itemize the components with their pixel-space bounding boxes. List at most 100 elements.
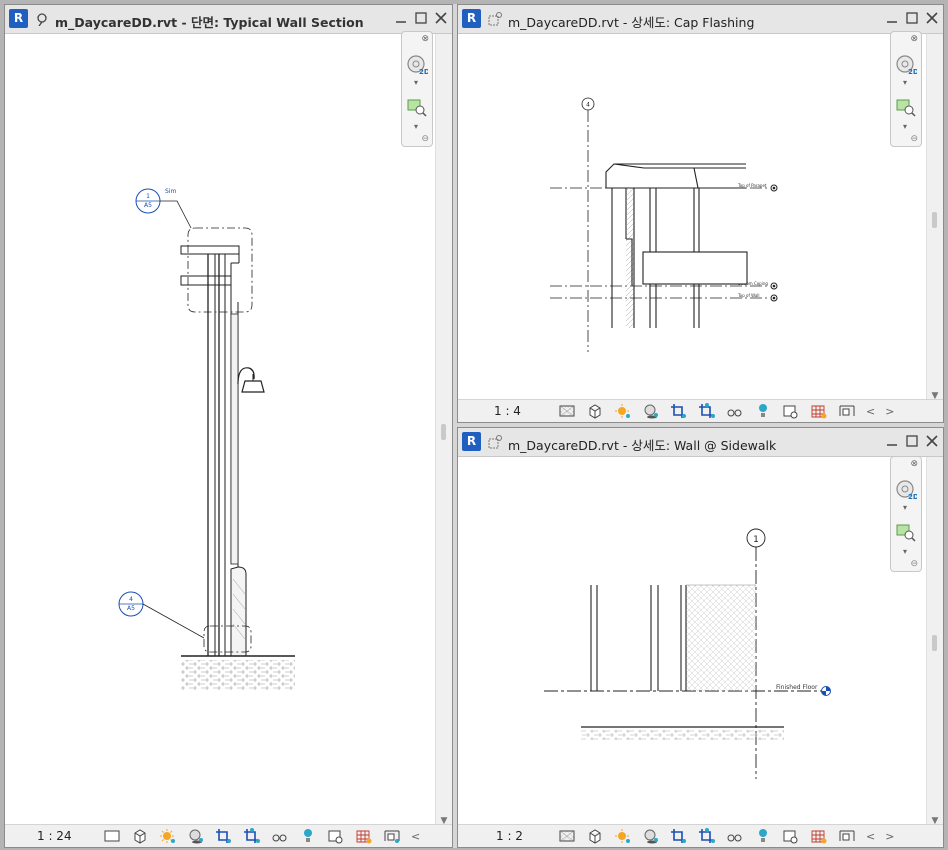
analytical-model-icon[interactable]: [810, 403, 828, 419]
crop-region-icon[interactable]: [698, 403, 716, 419]
zoom-icon[interactable]: [895, 523, 917, 543]
vertical-scrollbar[interactable]: ▼: [926, 34, 943, 402]
title-bar[interactable]: R m_DaycareDD.rvt - 상세도: Cap Flashing: [458, 5, 943, 34]
close-icon[interactable]: [925, 11, 939, 25]
callout-boundary-top[interactable]: [187, 227, 253, 313]
hscroll-left-icon[interactable]: <: [866, 405, 875, 418]
visual-style-icon[interactable]: [586, 828, 604, 844]
revit-logo-icon[interactable]: R: [462, 9, 481, 28]
reveal-constraints-icon[interactable]: [838, 828, 856, 844]
temporary-hide-icon[interactable]: [726, 403, 744, 419]
view-scale[interactable]: 1 : 2: [496, 829, 523, 843]
minimize-icon[interactable]: [394, 11, 408, 25]
hscroll-left-icon[interactable]: <: [866, 830, 875, 843]
reveal-constraints-icon[interactable]: [383, 828, 401, 844]
navbar-close-icon[interactable]: ⊗: [910, 34, 918, 44]
vertical-scrollbar[interactable]: ▼: [926, 457, 943, 827]
minimize-icon[interactable]: [885, 11, 899, 25]
detail-level-icon[interactable]: [103, 828, 121, 844]
zoom-dropdown-icon[interactable]: ▾: [903, 122, 907, 131]
crop-view-icon[interactable]: [670, 403, 688, 419]
cap-flashing-drawing-canvas[interactable]: 4 Top of Parapet Bottom Coping Top of Wa…: [458, 34, 926, 402]
zoom-dropdown-icon[interactable]: ▾: [903, 547, 907, 556]
view-scale[interactable]: 1 : 24: [37, 829, 72, 843]
hscroll-right-icon[interactable]: >: [885, 405, 894, 418]
steering-wheel-icon[interactable]: 2D: [406, 54, 428, 76]
crop-view-icon[interactable]: [215, 828, 233, 844]
reveal-hidden-icon[interactable]: [754, 828, 772, 844]
reveal-hidden-icon[interactable]: [299, 828, 317, 844]
section-drawing-canvas[interactable]: 1 A5 Sim 4 A5: [5, 34, 435, 826]
minimize-icon[interactable]: [885, 434, 899, 448]
title-bar[interactable]: R m_DaycareDD.rvt - 단면: Typical Wall Sec…: [5, 5, 452, 34]
crop-view-icon[interactable]: [670, 828, 688, 844]
worksharing-icon[interactable]: [782, 403, 800, 419]
grid-bubble-1[interactable]: 1: [746, 528, 766, 548]
vertical-scrollbar[interactable]: ▼: [435, 34, 452, 827]
navbar-options-icon[interactable]: ⊖: [421, 134, 429, 144]
zoom-dropdown-icon[interactable]: ▾: [414, 122, 418, 131]
temporary-hide-icon[interactable]: [726, 828, 744, 844]
sidewalk-drawing-canvas[interactable]: 1 Finished Floor: [458, 457, 926, 827]
view-window-wall-sidewalk[interactable]: R m_DaycareDD.rvt - 상세도: Wall @ Sidewalk…: [457, 427, 944, 848]
steering-dropdown-icon[interactable]: ▾: [903, 78, 907, 87]
level-head-top-of-wall[interactable]: Top of Wall: [737, 293, 778, 302]
sun-path-icon[interactable]: [614, 403, 632, 419]
hscroll-left-icon[interactable]: <: [411, 830, 420, 843]
scroll-thumb[interactable]: [932, 635, 937, 651]
hscroll-right-icon[interactable]: >: [885, 830, 894, 843]
grid-bubble-4[interactable]: 4: [581, 97, 595, 111]
zoom-icon[interactable]: [895, 98, 917, 118]
navbar-close-icon[interactable]: ⊗: [421, 34, 429, 44]
callout-bubble-top[interactable]: 1 A5 Sim: [135, 188, 192, 229]
reveal-hidden-icon[interactable]: [754, 403, 772, 419]
navigation-bar[interactable]: ⊗ 2D ▾ ▾ ⊖: [401, 31, 433, 147]
scroll-thumb[interactable]: [441, 424, 446, 440]
callout-bubble-bottom[interactable]: 4 A5: [118, 591, 205, 639]
visual-style-icon[interactable]: [131, 828, 149, 844]
wall-detail[interactable]: [590, 584, 756, 691]
shadows-icon[interactable]: [642, 403, 660, 419]
parapet-detail[interactable]: [605, 163, 748, 328]
navigation-bar[interactable]: ⊗ 2D ▾ ▾ ⊖: [890, 456, 922, 572]
maximize-icon[interactable]: [414, 11, 428, 25]
level-head-finished-floor[interactable]: Finished Floor: [776, 684, 831, 696]
navigation-bar[interactable]: ⊗ 2D ▾ ▾ ⊖: [890, 31, 922, 147]
reveal-constraints-icon[interactable]: [838, 403, 856, 419]
close-icon[interactable]: [434, 11, 448, 25]
maximize-icon[interactable]: [905, 434, 919, 448]
detail-level-icon[interactable]: [558, 828, 576, 844]
wall-section[interactable]: [180, 245, 247, 657]
steering-dropdown-icon[interactable]: ▾: [903, 503, 907, 512]
view-scale[interactable]: 1 : 4: [494, 404, 521, 418]
close-icon[interactable]: [925, 434, 939, 448]
crop-region-icon[interactable]: [243, 828, 261, 844]
view-window-cap-flashing[interactable]: R m_DaycareDD.rvt - 상세도: Cap Flashing 4 …: [457, 4, 944, 423]
scroll-thumb[interactable]: [932, 212, 937, 228]
navbar-options-icon[interactable]: ⊖: [910, 134, 918, 144]
level-head-top-of-parapet[interactable]: Top of Parapet: [737, 183, 778, 192]
zoom-icon[interactable]: [406, 98, 428, 118]
crop-region-icon[interactable]: [698, 828, 716, 844]
sun-path-icon[interactable]: [614, 828, 632, 844]
detail-level-icon[interactable]: [558, 403, 576, 419]
steering-wheel-icon[interactable]: 2D: [895, 54, 917, 76]
view-window-section[interactable]: R m_DaycareDD.rvt - 단면: Typical Wall Sec…: [4, 4, 453, 848]
analytical-model-icon[interactable]: [355, 828, 373, 844]
sun-path-icon[interactable]: [159, 828, 177, 844]
worksharing-icon[interactable]: [782, 828, 800, 844]
steering-wheel-icon[interactable]: 2D: [895, 479, 917, 501]
analytical-model-icon[interactable]: [810, 828, 828, 844]
title-bar[interactable]: R m_DaycareDD.rvt - 상세도: Wall @ Sidewalk: [458, 428, 943, 457]
navbar-options-icon[interactable]: ⊖: [910, 559, 918, 569]
shadows-icon[interactable]: [642, 828, 660, 844]
worksharing-icon[interactable]: [327, 828, 345, 844]
shadows-icon[interactable]: [187, 828, 205, 844]
revit-logo-icon[interactable]: R: [462, 432, 481, 451]
steering-dropdown-icon[interactable]: ▾: [414, 78, 418, 87]
maximize-icon[interactable]: [905, 11, 919, 25]
revit-logo-icon[interactable]: R: [9, 9, 28, 28]
navbar-close-icon[interactable]: ⊗: [910, 459, 918, 469]
visual-style-icon[interactable]: [586, 403, 604, 419]
wall-lamp[interactable]: [237, 367, 265, 393]
